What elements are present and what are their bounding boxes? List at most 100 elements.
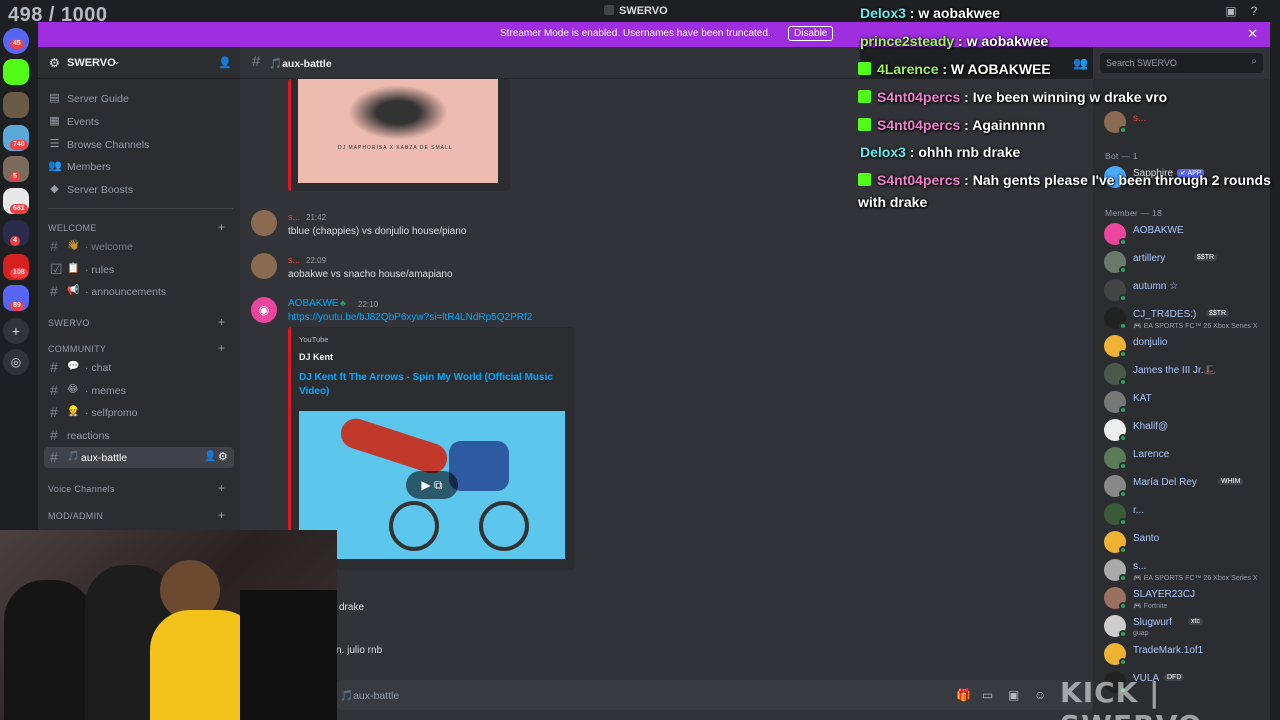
youtube-link[interactable]: https://youtu.be/bJ82QbP6xyw?si=ltR4LNdR… (288, 312, 532, 323)
avatar[interactable] (251, 253, 277, 279)
emoji-icon[interactable]: ☺ (1034, 688, 1046, 702)
banner-message: Streamer Mode is enabled. Usernames have… (500, 28, 771, 39)
member-row[interactable]: s... (1104, 110, 1269, 136)
rules-icon: ☑ (50, 261, 63, 277)
member-row[interactable]: artillery $$TR (1104, 250, 1269, 276)
member-row[interactable]: r... (1104, 502, 1269, 528)
category-voice-channels[interactable]: Voice Channels (48, 484, 115, 494)
overlay-chat-line: S4nt04percs : Againnnnn (858, 117, 1045, 133)
member-row[interactable]: KAT (1104, 390, 1269, 416)
category-mod-admin[interactable]: MOD/ADMIN (48, 511, 103, 521)
kick-server-icon[interactable] (3, 59, 29, 85)
message-text: aobakwe vs snacho house/amapiano (288, 269, 453, 280)
message-timestamp: 22:10 (358, 300, 379, 309)
member-row[interactable]: Larence (1104, 446, 1269, 472)
title-bar: SWERVO ▣ ? (0, 0, 1280, 22)
channel-memes[interactable]: # 😂 · memes (44, 380, 234, 401)
message-timestamp: 21:42 (306, 213, 327, 222)
add-channel-icon[interactable]: + (218, 315, 225, 329)
inbox-icon[interactable]: ▣ (1224, 4, 1238, 18)
message-text-partial: drake (339, 602, 365, 613)
overlay-chat-username: Delox3 (860, 144, 906, 160)
help-icon[interactable]: ? (1247, 4, 1261, 18)
overlay-chat-line: prince2steady : w aobakwee (860, 33, 1048, 49)
bicycle-wheel (479, 501, 529, 551)
avatar[interactable] (251, 210, 277, 236)
embed-title[interactable]: DJ Kent ft The Arrows - Spin My World (O… (299, 371, 559, 399)
channel-welcome[interactable]: # 👋 · welcome (44, 236, 234, 257)
member-row[interactable]: CJ_TR4DES:) $$TR 🎮 EA SPORTS FC™ 26 Xbox S… (1104, 306, 1269, 332)
add-channel-icon[interactable]: + (218, 508, 225, 522)
channel-announcements[interactable]: # 📢 · announcements (44, 281, 234, 302)
kick-watermark: KICK | SWERVO (1060, 676, 1202, 720)
add-channel-icon[interactable]: + (218, 481, 225, 495)
video-thumbnail[interactable]: ▶ ⧉ (299, 411, 565, 559)
channel-selfpromo[interactable]: # 👷 · selfpromo (44, 402, 234, 423)
discord-logo-avatar[interactable]: ◉ (251, 297, 277, 323)
status-online-icon (1119, 658, 1127, 666)
category-community[interactable]: COMMUNITY (48, 344, 106, 354)
boost-icon: ◆ (50, 183, 59, 195)
member-row[interactable]: SLAYER23CJ 🎮 Fortnite (1104, 586, 1269, 612)
member-row[interactable]: María Del Rey WHIM (1104, 474, 1269, 500)
discord-window: SWERVO ▣ ? 498 / 1000 45 740 5 681 4 108… (0, 0, 1280, 720)
status-online-icon (1119, 378, 1127, 386)
invite-icon[interactable]: 👤 (204, 451, 216, 462)
member-row[interactable]: s... 🎮 EA SPORTS FC™ 26 Xbox Series X (1104, 558, 1269, 584)
nav-browse-channels[interactable]: ☰ Browse Channels (48, 135, 233, 155)
gear-icon[interactable]: ⚙ (218, 450, 228, 463)
member-row[interactable]: Khalif@ (1104, 418, 1269, 444)
channel-rules[interactable]: ☑ 📋 · rules (44, 259, 234, 280)
album-caption: DJ MAPHORISA X KABZA DE SMALL (338, 145, 453, 151)
member-name: CJ_TR4DES:) (1133, 309, 1197, 320)
member-row[interactable]: Slugwurf xtc guap (1104, 614, 1269, 640)
message-username[interactable]: AOBAKWE (288, 298, 339, 309)
discover-icon[interactable]: ◎ (3, 349, 29, 375)
add-server-icon[interactable]: + (3, 318, 29, 344)
overlay-chat-text: : w aobakwee (954, 33, 1049, 49)
overlay-chat-wrap: with drake (858, 194, 928, 210)
server-badge: 5 (10, 172, 20, 182)
member-row[interactable]: Santo (1104, 530, 1269, 556)
nav-events[interactable]: ▦ Events (48, 112, 233, 132)
channel-aux-battle[interactable]: # 🎵 aux-battle 👤 ⚙ (44, 447, 234, 468)
add-channel-icon[interactable]: + (218, 220, 225, 234)
nav-server-guide[interactable]: ▤ Server Guide (48, 89, 233, 109)
gift-icon[interactable]: 🎁 (956, 688, 971, 702)
channel-reactions[interactable]: # reactions (44, 425, 234, 446)
disable-streamer-mode-button[interactable]: Disable (788, 26, 834, 41)
member-list-icon[interactable]: 👥 (1073, 56, 1088, 70)
album-art-image[interactable]: DJ MAPHORISA X KABZA DE SMALL (298, 79, 498, 183)
member-row[interactable]: James the III Jr.🎩 (1104, 362, 1269, 388)
category-welcome[interactable]: WELCOME (48, 223, 97, 233)
message-composer[interactable]: 🎵aux-battle 🎁 ▭ ▣ ☺ (336, 680, 1093, 710)
status-online-icon (1119, 434, 1127, 442)
channel-chat[interactable]: # 💬 · chat (44, 357, 234, 378)
server-badge: 740 (10, 140, 28, 150)
overlay-chat-text: : Againnnnn (960, 117, 1046, 133)
category-swervo[interactable]: SWERVO (48, 318, 90, 328)
search-input[interactable]: Search SWERVO ⌕ (1100, 53, 1263, 73)
member-row[interactable]: autumn ☆ (1104, 278, 1269, 304)
kick-badge-icon (858, 118, 871, 131)
embed-author[interactable]: DJ Kent (299, 352, 333, 362)
invite-icon[interactable]: 👤 (218, 56, 232, 69)
nav-members[interactable]: 👥 Members (48, 157, 233, 177)
sticker-icon[interactable]: ▣ (1008, 688, 1019, 702)
server-icon[interactable] (3, 92, 29, 118)
close-icon[interactable]: ✕ (1247, 26, 1258, 42)
gif-icon[interactable]: ▭ (982, 688, 993, 702)
chevron-down-icon: ⌄ (113, 56, 121, 66)
member-name: Santo (1133, 533, 1160, 544)
add-channel-icon[interactable]: + (218, 341, 225, 355)
member-row[interactable]: TradeMark.1of1 (1104, 642, 1269, 668)
member-row[interactable]: AOBAKWE (1104, 222, 1269, 248)
nav-server-boosts[interactable]: ◆ Server Boosts (48, 180, 233, 200)
member-name: Slugwurf (1133, 617, 1172, 628)
play-icon[interactable]: ▶ ⧉ (406, 471, 458, 499)
message-username[interactable]: s... (288, 255, 300, 265)
member-row[interactable]: donjulio (1104, 334, 1269, 360)
message-username[interactable]: s... (288, 212, 300, 222)
members-toolbar: Search SWERVO ⌕ (1093, 47, 1270, 79)
server-header[interactable]: ⚙ SWERVO ⌄ 👤 (38, 47, 240, 79)
